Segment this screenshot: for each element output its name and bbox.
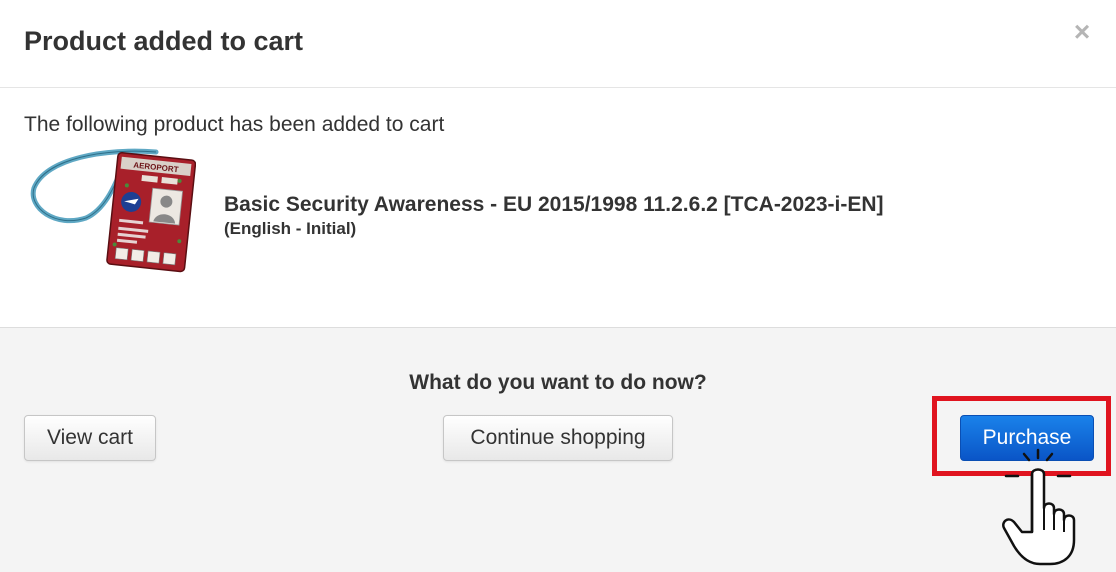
add-to-cart-modal: Product added to cart × The following pr… xyxy=(0,0,1116,572)
modal-footer: What do you want to do now? View cart Co… xyxy=(0,328,1116,572)
pointing-hand-icon xyxy=(1002,448,1076,566)
added-message: The following product has been added to … xyxy=(24,113,445,136)
continue-shopping-button[interactable]: Continue shopping xyxy=(443,415,673,461)
close-icon[interactable]: × xyxy=(1070,18,1094,46)
view-cart-button[interactable]: View cart xyxy=(24,415,156,461)
product-name[interactable]: Basic Security Awareness - EU 2015/1998 … xyxy=(224,192,884,218)
product-image: AEROPORT xyxy=(30,148,196,273)
product-variant: (English - Initial) xyxy=(224,219,357,238)
next-action-question: What do you want to do now? xyxy=(409,371,707,394)
modal-body: The following product has been added to … xyxy=(0,88,1116,328)
modal-header: Product added to cart × xyxy=(0,0,1116,88)
modal-title: Product added to cart xyxy=(24,26,304,56)
